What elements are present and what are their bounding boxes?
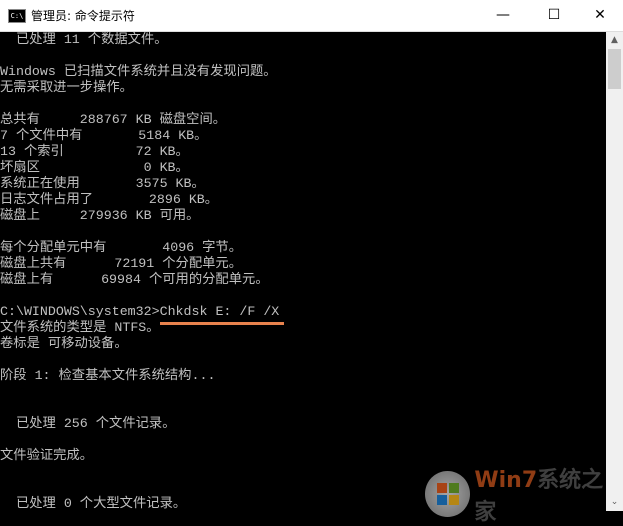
console-line: 磁盘上 279936 KB 可用。 xyxy=(0,208,200,223)
console-line: 无需采取进一步操作。 xyxy=(0,80,133,95)
console-output[interactable]: 已处理 11 个数据文件。 Windows 已扫描文件系统并且没有发现问题。 无需采… xyxy=(0,32,606,511)
watermark-brand: Win7 xyxy=(474,468,538,493)
console-line: C:\WINDOWS\system32>Chkdsk E: /F /X xyxy=(0,304,280,319)
console-line: 阶段 1: 检查基本文件系统结构... xyxy=(0,368,216,383)
title-bar[interactable]: C:\ 管理员: 命令提示符 — ☐ ✕ xyxy=(0,0,623,32)
console-line: 系统正在使用 3575 KB。 xyxy=(0,176,205,191)
cmd-icon: C:\ xyxy=(8,9,26,23)
console-line: 坏扇区 0 KB。 xyxy=(0,160,189,175)
command-highlight-underline xyxy=(160,322,284,325)
console-line: 已处理 256 个文件记录。 xyxy=(0,416,176,431)
console-line: 日志文件占用了 2896 KB。 xyxy=(0,192,219,207)
maximize-button[interactable]: ☐ xyxy=(531,0,577,31)
close-button[interactable]: ✕ xyxy=(577,0,623,31)
console-line: 文件系统的类型是 NTFS。 xyxy=(0,320,160,335)
console-line: 卷标是 可移动设备。 xyxy=(0,336,128,351)
console-line: Windows 已扫描文件系统并且没有发现问题。 xyxy=(0,64,277,79)
windows-logo-icon xyxy=(425,471,471,517)
minimize-button[interactable]: — xyxy=(480,0,526,31)
console-line: 磁盘上共有 72191 个分配单元。 xyxy=(0,256,243,271)
console-line: 13 个索引 72 KB。 xyxy=(0,144,189,159)
console-line: 磁盘上有 69984 个可用的分配单元。 xyxy=(0,272,269,287)
scroll-up-icon[interactable]: ▲ xyxy=(606,32,623,49)
scroll-thumb[interactable] xyxy=(608,49,621,89)
console-line: 总共有 288767 KB 磁盘空间。 xyxy=(0,112,227,127)
watermark: Win7系统之家 xyxy=(425,462,623,526)
vertical-scrollbar[interactable]: ▲ ⌄ xyxy=(606,32,623,511)
console-line: 每个分配单元中有 4096 字节。 xyxy=(0,240,243,255)
console-line: 7 个文件中有 5184 KB。 xyxy=(0,128,208,143)
window-title: 管理员: 命令提示符 xyxy=(31,9,135,23)
console-line: 已处理 11 个数据文件。 xyxy=(0,32,168,47)
